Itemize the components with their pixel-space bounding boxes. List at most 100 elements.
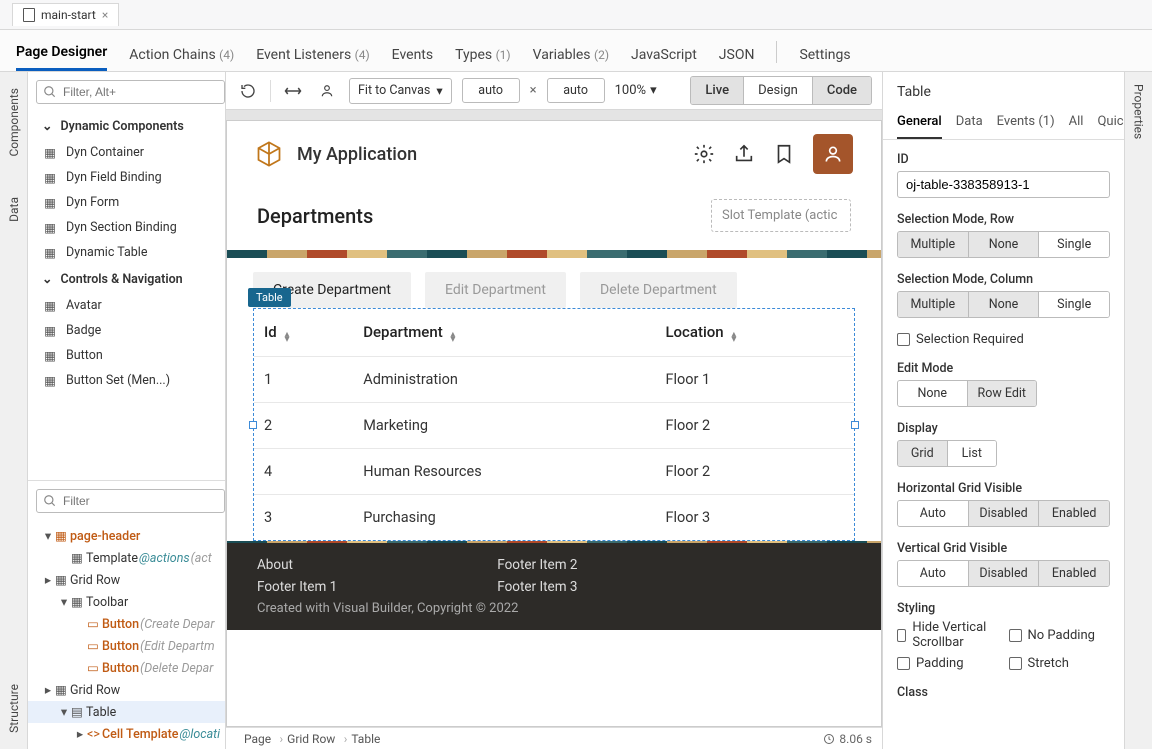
seg-option[interactable]: List: [947, 441, 997, 466]
tree-row[interactable]: ▭ Button (Create Depar: [28, 613, 225, 635]
components-search[interactable]: [36, 80, 225, 104]
height-input[interactable]: auto: [547, 78, 605, 103]
footer-link[interactable]: About: [257, 557, 337, 573]
component-item[interactable]: ▦Avatar: [28, 293, 225, 318]
seg-option[interactable]: Auto: [898, 501, 968, 526]
bookmark-icon[interactable]: [773, 143, 795, 165]
tree-row[interactable]: ▸<> Cell Template @locati: [28, 723, 225, 745]
lock-ratio-icon[interactable]: ×: [530, 83, 537, 98]
props-tab-all[interactable]: All: [1069, 108, 1084, 139]
zoom-select[interactable]: 100%▾: [615, 83, 657, 98]
table-component[interactable]: Table Id ▴▾Department ▴▾Location ▴▾ 1Adm…: [253, 308, 855, 541]
seg-option[interactable]: Disabled: [968, 501, 1039, 526]
table-header[interactable]: Department ▴▾: [353, 309, 655, 357]
seg-option[interactable]: None: [968, 232, 1039, 257]
footer-link[interactable]: Footer Item 1: [257, 579, 337, 595]
resize-handle-left[interactable]: [249, 421, 257, 429]
seg-option[interactable]: Single: [1038, 292, 1109, 317]
user-icon[interactable]: [315, 79, 339, 103]
component-item[interactable]: ▦Dyn Field Binding: [28, 165, 225, 190]
nav-tab-json[interactable]: JSON: [719, 37, 755, 71]
seg-option[interactable]: Grid: [898, 441, 947, 466]
nav-tab-variables[interactable]: Variables (2): [533, 37, 609, 71]
fit-select[interactable]: Fit to Canvas▾: [349, 78, 452, 104]
mode-design[interactable]: Design: [743, 77, 812, 104]
seg-option[interactable]: Enabled: [1038, 561, 1109, 586]
width-input[interactable]: auto: [462, 78, 520, 103]
nav-tab-action-chains[interactable]: Action Chains (4): [129, 37, 234, 71]
share-icon[interactable]: [733, 143, 755, 165]
nav-tab-events[interactable]: Events: [392, 37, 433, 71]
file-tab-main-start[interactable]: main-start ×: [12, 3, 119, 26]
seg-option[interactable]: Disabled: [968, 561, 1039, 586]
rail-properties[interactable]: Properties: [1132, 84, 1146, 749]
rail-components[interactable]: Components: [7, 88, 21, 157]
components-search-input[interactable]: [63, 85, 218, 99]
seg-option[interactable]: None: [898, 381, 967, 406]
breadcrumb-item[interactable]: Table: [343, 732, 388, 746]
styling-checkbox[interactable]: No Padding: [1009, 620, 1111, 650]
component-item[interactable]: ▦Button Set (Men...): [28, 368, 225, 393]
table-row[interactable]: 4Human ResourcesFloor 2: [254, 449, 854, 495]
component-item[interactable]: ▦Dyn Form: [28, 190, 225, 215]
mode-live[interactable]: Live: [691, 77, 743, 104]
gear-icon[interactable]: [693, 143, 715, 165]
id-input[interactable]: [897, 171, 1110, 198]
rail-data[interactable]: Data: [7, 197, 21, 222]
tree-row[interactable]: ▾▦ Toolbar: [28, 591, 225, 613]
slot-template[interactable]: Slot Template (actic: [711, 199, 851, 232]
seg-option[interactable]: Single: [1038, 232, 1109, 257]
table-row[interactable]: 2MarketingFloor 2: [254, 403, 854, 449]
rail-structure[interactable]: Structure: [7, 684, 21, 733]
mode-code[interactable]: Code: [812, 77, 871, 104]
component-item[interactable]: ▦Dyn Container: [28, 140, 225, 165]
tree-row[interactable]: ▭ Button (Edit Departm: [28, 635, 225, 657]
component-item[interactable]: ▦Dyn Section Binding: [28, 215, 225, 240]
structure-search-input[interactable]: [63, 494, 218, 508]
structure-search[interactable]: [36, 489, 225, 513]
props-tab-events-[interactable]: Events (1): [997, 108, 1055, 139]
nav-tab-page-designer[interactable]: Page Designer: [16, 34, 107, 71]
nav-tab-event-listeners[interactable]: Event Listeners (4): [256, 37, 369, 71]
edit-department-button[interactable]: Edit Department: [425, 272, 566, 308]
breadcrumb-item[interactable]: Page: [236, 732, 279, 746]
nav-tab-settings[interactable]: Settings: [799, 37, 850, 71]
table-header[interactable]: Id ▴▾: [254, 309, 353, 357]
resize-handle-right[interactable]: [851, 421, 859, 429]
tree-row[interactable]: ▦ Template @actions (act: [28, 547, 225, 569]
width-icon[interactable]: [281, 79, 305, 103]
styling-checkbox[interactable]: Hide Vertical Scrollbar: [897, 620, 999, 650]
component-item[interactable]: ▦Dynamic Table: [28, 240, 225, 265]
tree-row[interactable]: ▸▦ Grid Row: [28, 679, 225, 701]
seg-option[interactable]: Multiple: [898, 232, 968, 257]
component-item[interactable]: ▦Badge: [28, 318, 225, 343]
footer-link[interactable]: Footer Item 3: [497, 579, 577, 595]
table-header[interactable]: Location ▴▾: [655, 309, 854, 357]
table-row[interactable]: 1AdministrationFloor 1: [254, 357, 854, 403]
footer-link[interactable]: Footer Item 2: [497, 557, 577, 573]
avatar[interactable]: [813, 134, 853, 174]
tree-row[interactable]: ▸▦ Grid Row: [28, 569, 225, 591]
nav-tab-types[interactable]: Types (1): [455, 37, 511, 71]
props-tab-quick-s[interactable]: Quick S: [1097, 108, 1124, 139]
reload-icon[interactable]: [236, 79, 260, 103]
seg-option[interactable]: Auto: [898, 561, 968, 586]
seg-option[interactable]: Enabled: [1038, 501, 1109, 526]
props-tab-general[interactable]: General: [897, 108, 942, 139]
selection-required-checkbox[interactable]: Selection Required: [897, 332, 1110, 347]
tree-row[interactable]: ▾▦ page-header: [28, 525, 225, 547]
styling-checkbox[interactable]: Padding: [897, 656, 999, 671]
styling-checkbox[interactable]: Stretch: [1009, 656, 1111, 671]
seg-option[interactable]: Row Edit: [967, 381, 1037, 406]
component-item[interactable]: ▦Button: [28, 343, 225, 368]
seg-option[interactable]: None: [968, 292, 1039, 317]
breadcrumb-item[interactable]: Grid Row: [279, 732, 343, 746]
component-group-header[interactable]: ⌄Controls & Navigation: [28, 265, 225, 293]
nav-tab-javascript[interactable]: JavaScript: [631, 37, 697, 71]
seg-option[interactable]: Multiple: [898, 292, 968, 317]
component-group-header[interactable]: ⌄Dynamic Components: [28, 112, 225, 140]
close-icon[interactable]: ×: [102, 8, 108, 22]
tree-row[interactable]: ▾▤ Table: [28, 701, 225, 723]
tree-row[interactable]: ▭ Button (Delete Depar: [28, 657, 225, 679]
table-row[interactable]: 3PurchasingFloor 3: [254, 495, 854, 541]
